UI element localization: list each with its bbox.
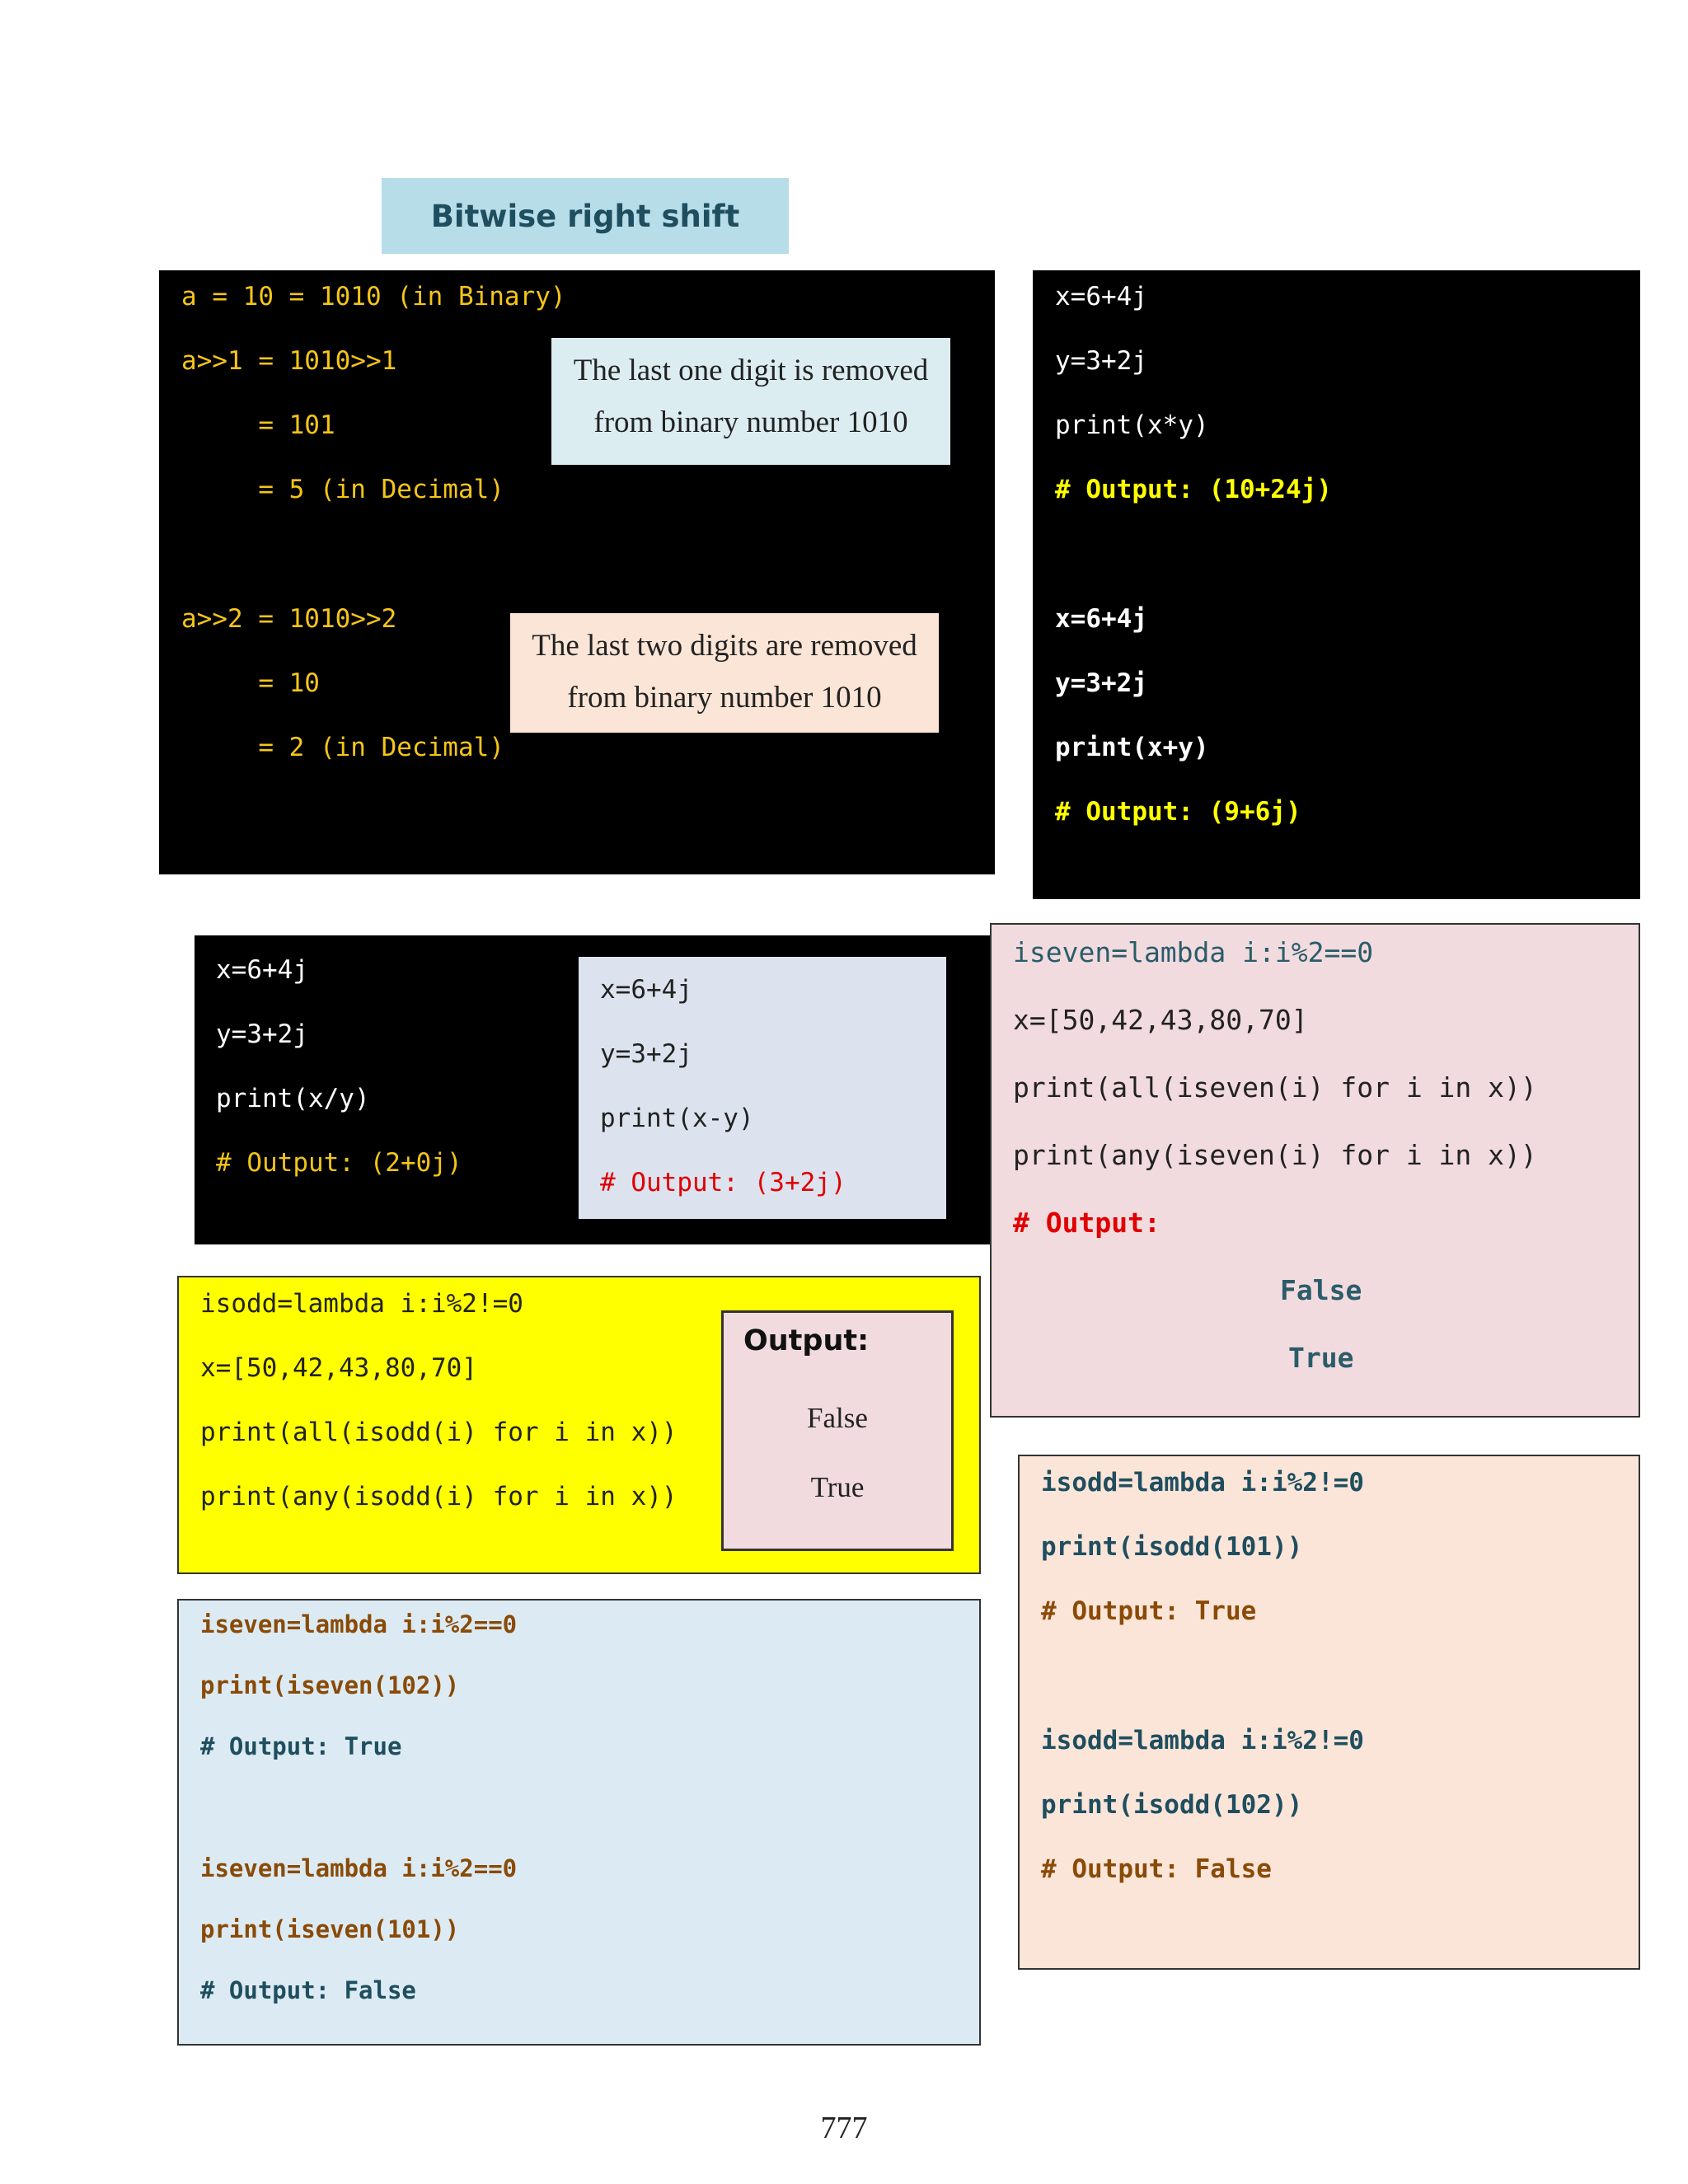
code-line: print(iseven(102)) [200, 1671, 460, 1699]
output-line: # Output: (9+6j) [1055, 797, 1301, 827]
complex-div-block: x=6+4j y=3+2j print(x/y) # Output: (2+0j… [195, 935, 996, 1244]
output-line: # Output: (3+2j) [600, 1168, 846, 1197]
output-label: # Output: [1013, 1207, 1160, 1239]
code-line: print(all(isodd(i) for i in x)) [200, 1418, 678, 1447]
output-panel: Output: False True [721, 1310, 954, 1551]
complex-sub-block: x=6+4j y=3+2j print(x-y) # Output: (3+2j… [579, 957, 946, 1219]
note-line: from binary number 1010 [567, 681, 882, 715]
code-line: = 101 [181, 410, 335, 440]
complex-mul-add-block: x=6+4j y=3+2j print(x*y) # Output: (10+2… [1033, 270, 1640, 899]
code-line: = 10 [181, 668, 320, 698]
note-line: The last two digits are removed [532, 629, 917, 663]
output-line: # Output: True [1041, 1596, 1257, 1626]
code-line: y=3+2j [1055, 346, 1147, 376]
code-line: x=[50,42,43,80,70] [1013, 1004, 1308, 1036]
isodd-all-any-block: isodd=lambda i:i%2!=0 x=[50,42,43,80,70]… [177, 1276, 981, 1574]
note-two-digits: The last two digits are removed from bin… [510, 613, 939, 733]
code-line: print(all(iseven(i) for i in x)) [1013, 1071, 1537, 1104]
code-line: y=3+2j [600, 1039, 692, 1069]
code-line: print(any(isodd(i) for i in x)) [200, 1482, 678, 1511]
iseven-calls-block: iseven=lambda i:i%2==0 print(iseven(102)… [177, 1599, 981, 2046]
code-line: print(x+y) [1055, 733, 1209, 762]
code-line: print(isodd(101)) [1041, 1532, 1303, 1562]
code-line: print(any(iseven(i) for i in x)) [1013, 1139, 1537, 1171]
code-line: x=6+4j [1055, 282, 1147, 312]
page-number: 777 [820, 2111, 868, 2145]
iseven-all-any-block: iseven=lambda i:i%2==0 x=[50,42,43,80,70… [990, 923, 1640, 1418]
code-line: a>>1 = 1010>>1 [181, 346, 397, 376]
note-line: The last one digit is removed [573, 354, 929, 387]
output-line: # Output: (2+0j) [216, 1148, 462, 1178]
output-value: True [810, 1471, 865, 1503]
note-one-digit: The last one digit is removed from binar… [551, 338, 950, 465]
output-line: # Output: False [1041, 1854, 1272, 1884]
output-value: False [807, 1402, 868, 1434]
code-line: y=3+2j [216, 1019, 308, 1049]
code-line: isodd=lambda i:i%2!=0 [1041, 1726, 1364, 1755]
code-line: a = 10 = 1010 (in Binary) [181, 282, 566, 312]
output-line: # Output: (10+24j) [1055, 475, 1332, 504]
code-line: iseven=lambda i:i%2==0 [1013, 936, 1374, 968]
code-line: print(iseven(101)) [200, 1915, 460, 1943]
output-line: # Output: False [200, 1976, 416, 2004]
code-line: print(isodd(102)) [1041, 1790, 1303, 1820]
output-value: True [1288, 1342, 1354, 1374]
output-line: # Output: True [200, 1732, 402, 1760]
code-line: iseven=lambda i:i%2==0 [200, 1610, 518, 1638]
code-line: print(x-y) [600, 1104, 754, 1133]
note-line: from binary number 1010 [593, 405, 908, 439]
code-line: x=6+4j [1055, 604, 1147, 634]
code-line: print(x/y) [216, 1084, 370, 1113]
code-line: y=3+2j [1055, 668, 1147, 698]
code-line: isodd=lambda i:i%2!=0 [1041, 1468, 1364, 1497]
shift-code-block: a = 10 = 1010 (in Binary) a>>1 = 1010>>1… [159, 270, 995, 874]
code-line: x=[50,42,43,80,70] [200, 1353, 477, 1383]
code-line: = 5 (in Decimal) [181, 475, 504, 504]
code-line: a>>2 = 1010>>2 [181, 604, 397, 634]
code-line: print(x*y) [1055, 410, 1209, 440]
code-line: isodd=lambda i:i%2!=0 [200, 1289, 523, 1319]
code-line: iseven=lambda i:i%2==0 [200, 1854, 518, 1882]
code-line: x=6+4j [216, 955, 308, 985]
code-line: x=6+4j [600, 975, 692, 1005]
code-line: = 2 (in Decimal) [181, 733, 504, 762]
isodd-calls-block: isodd=lambda i:i%2!=0 print(isodd(101)) … [1018, 1455, 1640, 1970]
output-title: Output: [743, 1324, 870, 1357]
section-title: Bitwise right shift [382, 178, 789, 254]
output-value: False [1280, 1274, 1362, 1306]
